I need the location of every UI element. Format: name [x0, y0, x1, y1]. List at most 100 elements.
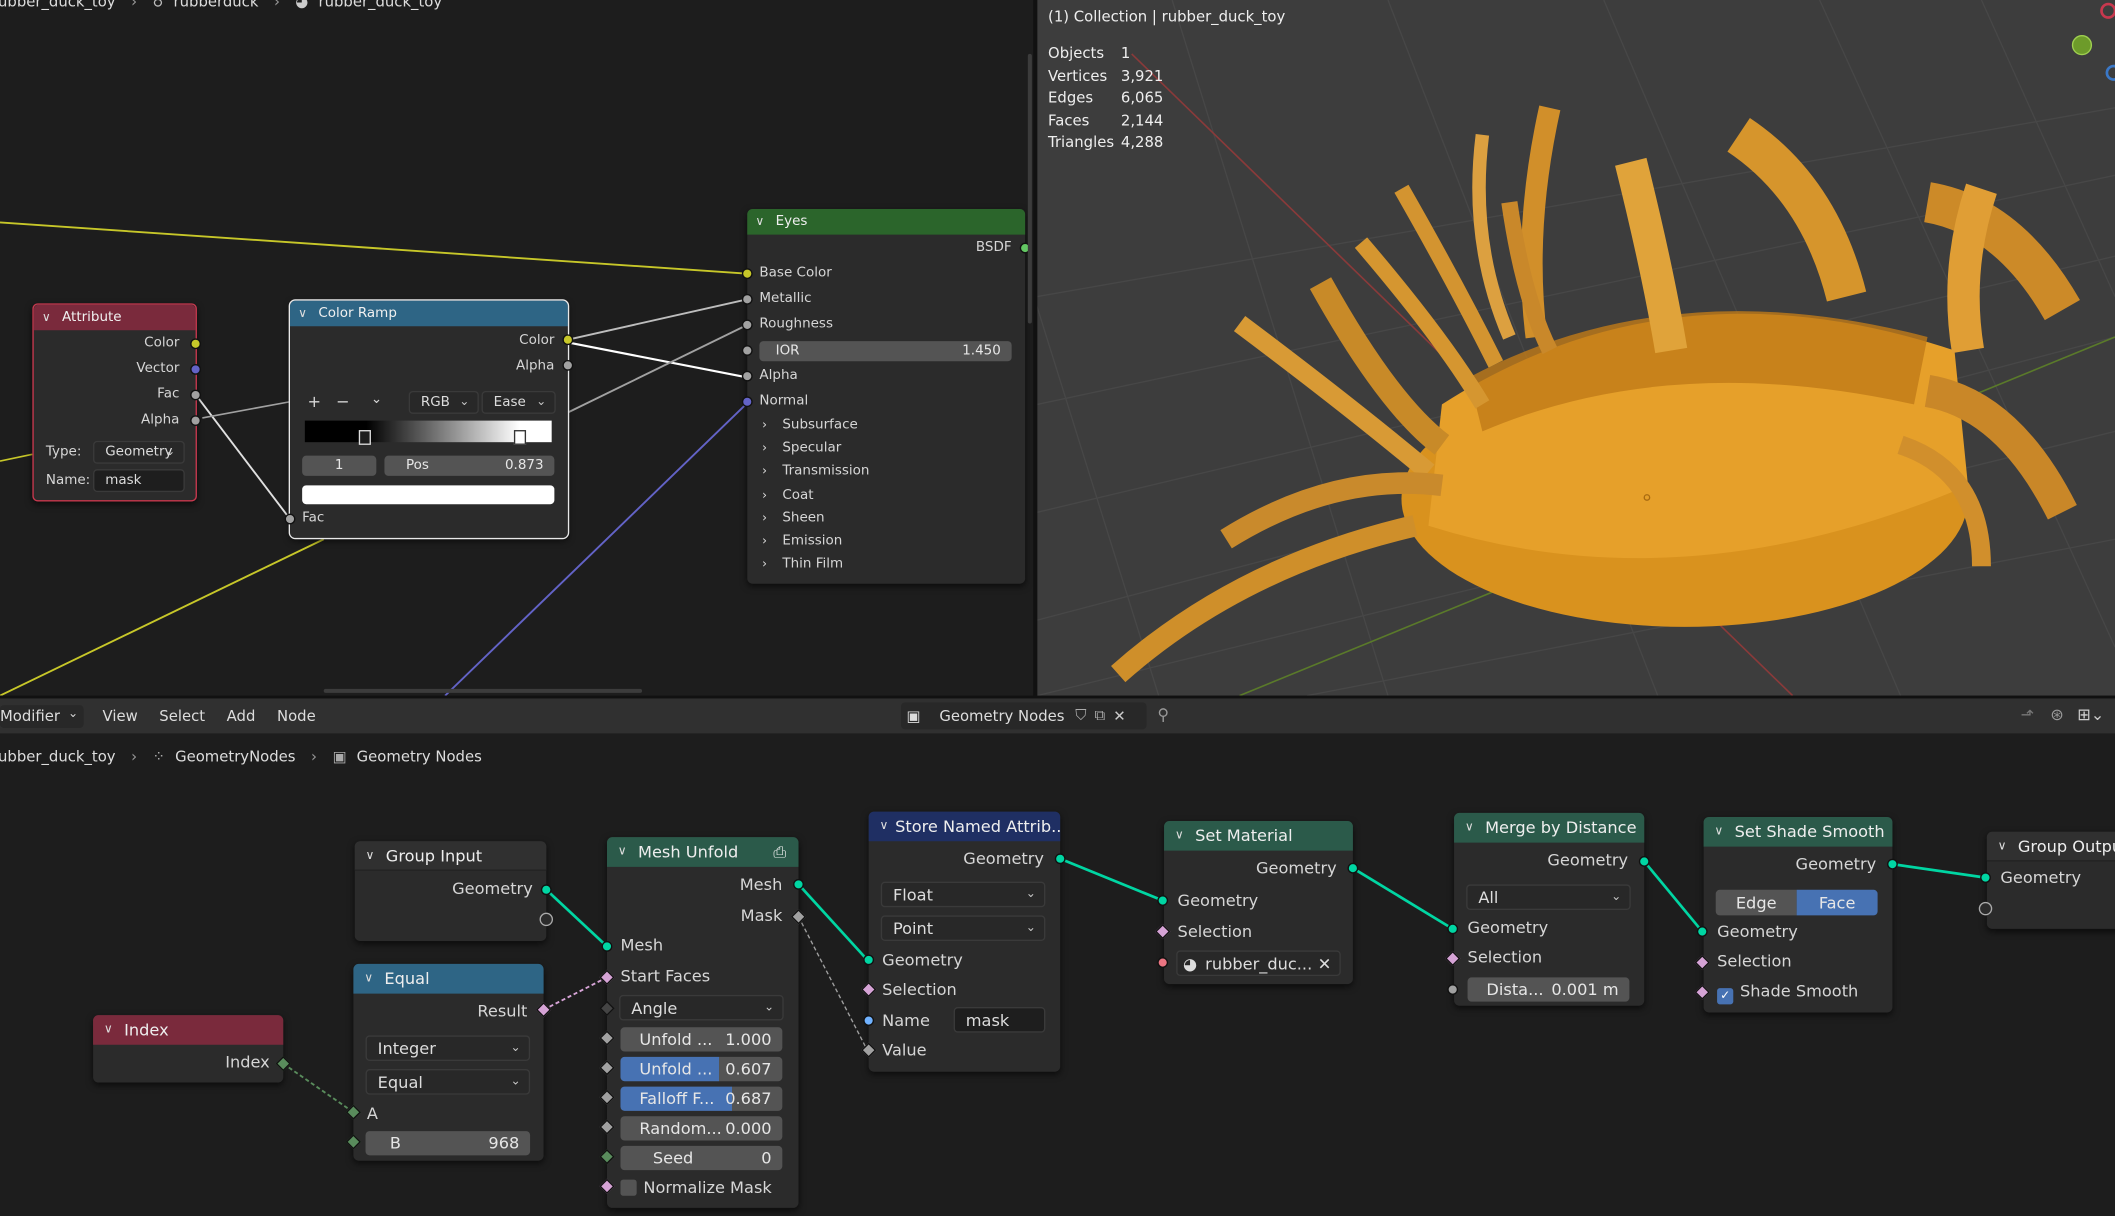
- socket-group-input-geometry[interactable]: [540, 884, 552, 896]
- unfold-field-2[interactable]: Unfold ... 0.607: [620, 1056, 783, 1082]
- ramp-interp-dropdown[interactable]: Ease ⌄: [481, 390, 556, 414]
- socket-set-material-material[interactable]: [1157, 957, 1169, 968]
- geometry-node-editor[interactable]: Modifier ⌄ View Select Add Node ▣ Geometr…: [0, 698, 2115, 1216]
- shade-smooth-checkbox[interactable]: ✓ Shade Smooth: [1717, 981, 1858, 1005]
- socket-set-material-in-geometry[interactable]: [1157, 895, 1169, 906]
- eyes-bsdf-node[interactable]: ∨ Eyes BSDF Base Color Metallic Roughness…: [747, 208, 1026, 584]
- collapse-chevron-icon[interactable]: ∨: [364, 972, 377, 985]
- socket-unfold-out-mesh[interactable]: [793, 878, 804, 890]
- attr-type-dropdown[interactable]: Geometry ⌄: [93, 440, 185, 464]
- panel-specular[interactable]: › Specular: [762, 441, 841, 456]
- unfold-method-dropdown[interactable]: Angle ⌄: [619, 994, 784, 1021]
- set-material-node[interactable]: ∨ Set Material Geometry Geometry Selectio…: [1164, 821, 1353, 985]
- socket-attr-color[interactable]: [190, 338, 201, 350]
- collapse-chevron-icon[interactable]: ∨: [1998, 839, 2011, 852]
- socket-attr-fac[interactable]: [190, 389, 201, 401]
- unfold-normalize-checkbox[interactable]: Normalize Mask: [620, 1178, 772, 1197]
- area-divider-vertical[interactable]: [1033, 0, 1038, 696]
- 3d-viewport[interactable]: (1) Collection | rubber_duck_toy Objects…: [1037, 0, 2115, 696]
- gizmo-z-axis-icon[interactable]: [2105, 64, 2115, 81]
- panel-coat[interactable]: › Coat: [762, 488, 813, 503]
- ramp-remove-button[interactable]: −: [336, 392, 350, 411]
- socket-attr-vector[interactable]: [190, 363, 201, 375]
- socket-group-output-empty[interactable]: [1978, 901, 1993, 916]
- socket-unfold-in-mesh[interactable]: [601, 940, 613, 952]
- attr-name-field[interactable]: mask: [93, 469, 185, 493]
- ramp-add-button[interactable]: +: [308, 392, 322, 411]
- collapse-chevron-icon[interactable]: ∨: [618, 845, 631, 858]
- unfold-field-1[interactable]: Unfold ... 1.000: [620, 1027, 783, 1052]
- panel-transmission[interactable]: › Transmission: [762, 464, 869, 479]
- merge-mode-dropdown[interactable]: All ⌄: [1466, 884, 1631, 910]
- collapse-chevron-icon[interactable]: ∨: [1465, 821, 1478, 834]
- group-input-node[interactable]: ∨ Group Input Geometry: [354, 841, 547, 941]
- collapse-chevron-icon[interactable]: ∨: [104, 1023, 117, 1036]
- socket-eyes-metallic[interactable]: [741, 293, 753, 305]
- set-shade-smooth-node[interactable]: ∨ Set Shade Smooth Geometry Edge Face Geo…: [1703, 816, 1893, 1013]
- ramp-menu-button[interactable]: ⌄: [371, 392, 382, 407]
- store-name-field[interactable]: mask: [953, 1007, 1046, 1033]
- gizmo-x-axis-icon[interactable]: [2100, 2, 2115, 19]
- socket-store-name[interactable]: [863, 1015, 875, 1026]
- panel-thin-film[interactable]: › Thin Film: [762, 557, 843, 572]
- shader-v-scrollbar[interactable]: [1027, 53, 1032, 324]
- panel-subsurface[interactable]: › Subsurface: [762, 418, 858, 433]
- gizmo-y-axis-icon[interactable]: [2071, 35, 2093, 56]
- socket-set-material-out[interactable]: [1347, 862, 1359, 874]
- node-group-icon[interactable]: ⎙: [773, 842, 786, 862]
- domain-edge-button[interactable]: Edge: [1715, 889, 1797, 916]
- ramp-index-field[interactable]: 1: [302, 455, 377, 476]
- socket-shade-smooth-out[interactable]: [1887, 858, 1898, 870]
- store-domain-dropdown[interactable]: Point ⌄: [880, 915, 1046, 941]
- socket-ramp-fac[interactable]: [284, 513, 296, 525]
- unfold-field-3[interactable]: Falloff F... 0.687: [620, 1086, 783, 1111]
- ramp-stop-1[interactable]: [513, 430, 527, 445]
- socket-ramp-color[interactable]: [562, 334, 574, 346]
- equal-op-dropdown[interactable]: Equal ⌄: [365, 1069, 531, 1095]
- collapse-chevron-icon[interactable]: ∨: [879, 820, 888, 833]
- collapse-chevron-icon[interactable]: ∨: [1714, 825, 1727, 838]
- group-output-node[interactable]: ∨ Group Output Geometry: [1986, 831, 2115, 929]
- socket-group-output-geometry[interactable]: [1980, 872, 1991, 884]
- ramp-mode-dropdown[interactable]: RGB ⌄: [408, 390, 479, 414]
- ramp-stop-0[interactable]: [358, 430, 371, 445]
- color-ramp-node[interactable]: ∨ Color Ramp Color Alpha + − ⌄ RGB ⌄ Ease ⌄…: [288, 299, 570, 540]
- panel-sheen[interactable]: › Sheen: [762, 511, 824, 526]
- collapse-chevron-icon[interactable]: ∨: [755, 215, 768, 228]
- socket-store-in-geometry[interactable]: [863, 954, 875, 966]
- collapse-chevron-icon[interactable]: ∨: [42, 311, 55, 324]
- socket-shade-smooth-in-geometry[interactable]: [1696, 926, 1708, 937]
- socket-eyes-roughness[interactable]: [741, 319, 753, 331]
- mesh-unfold-node[interactable]: ∨ Mesh Unfold ⎙ Mesh Mask Mesh Start Faces…: [606, 837, 799, 1208]
- shader-h-scrollbar[interactable]: [323, 688, 643, 693]
- socket-eyes-normal[interactable]: [741, 396, 753, 408]
- equal-node[interactable]: ∨ Equal Result Integer ⌄ Equal ⌄ A B 968: [353, 963, 544, 1161]
- socket-ramp-alpha[interactable]: [562, 359, 574, 371]
- ramp-pos-field[interactable]: Pos 0.873: [384, 455, 555, 476]
- area-divider-horizontal[interactable]: [0, 695, 2115, 699]
- unfold-field-seed[interactable]: Seed 0: [620, 1145, 783, 1171]
- eyes-ior-field[interactable]: IOR 1.450: [759, 341, 1012, 362]
- socket-eyes-base-color[interactable]: [741, 268, 753, 280]
- merge-by-distance-node[interactable]: ∨ Merge by Distance Geometry All ⌄ Geometr…: [1454, 812, 1645, 1006]
- socket-group-input-empty[interactable]: [539, 912, 554, 927]
- ramp-color-swatch[interactable]: [302, 485, 555, 505]
- socket-eyes-alpha[interactable]: [741, 370, 753, 382]
- attribute-node[interactable]: ∨ Attribute Color Vector Fac Alpha Type: …: [32, 303, 197, 502]
- store-named-attribute-node[interactable]: ∨ Store Named Attrib... Geometry Float ⌄ P…: [868, 811, 1061, 1072]
- domain-face-button[interactable]: Face: [1796, 889, 1878, 916]
- socket-attr-alpha[interactable]: [190, 415, 201, 427]
- socket-merge-distance[interactable]: [1447, 984, 1459, 995]
- equal-type-dropdown[interactable]: Integer ⌄: [365, 1035, 531, 1061]
- merge-distance-field[interactable]: Dista... 0.001 m: [1467, 977, 1630, 1002]
- collapse-chevron-icon[interactable]: ∨: [1175, 829, 1188, 842]
- shader-editor[interactable]: rubber_duck_toy › ♁ rubberduck › ◕ rubbe…: [0, 0, 1034, 696]
- socket-store-out-geometry[interactable]: [1054, 853, 1066, 865]
- collapse-chevron-icon[interactable]: ∨: [298, 307, 311, 320]
- socket-merge-out[interactable]: [1638, 856, 1650, 867]
- index-node[interactable]: ∨ Index Index: [93, 1015, 284, 1083]
- panel-emission[interactable]: › Emission: [762, 534, 842, 549]
- set-material-material-field[interactable]: ◕ rubber_duc... ✕: [1176, 950, 1341, 977]
- collapse-chevron-icon[interactable]: ∨: [366, 849, 379, 862]
- unfold-field-4[interactable]: Random... 0.000: [620, 1116, 783, 1141]
